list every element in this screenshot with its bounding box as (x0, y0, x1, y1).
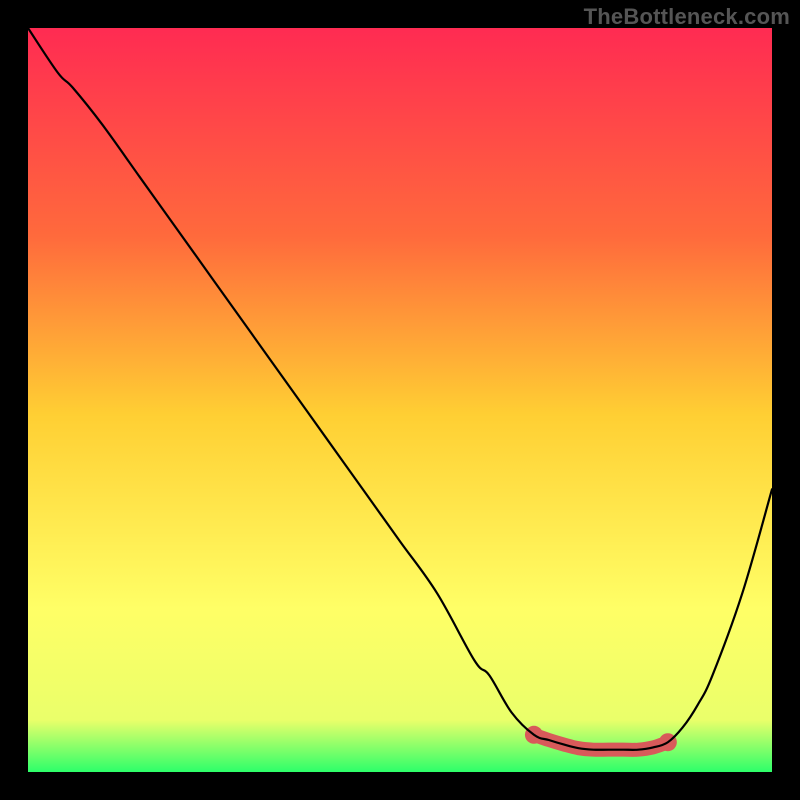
chart-container: TheBottleneck.com (0, 0, 800, 800)
chart-background-gradient (28, 28, 772, 772)
chart-svg (28, 28, 772, 772)
chart-plot-area (28, 28, 772, 772)
watermark-text: TheBottleneck.com (584, 4, 790, 30)
